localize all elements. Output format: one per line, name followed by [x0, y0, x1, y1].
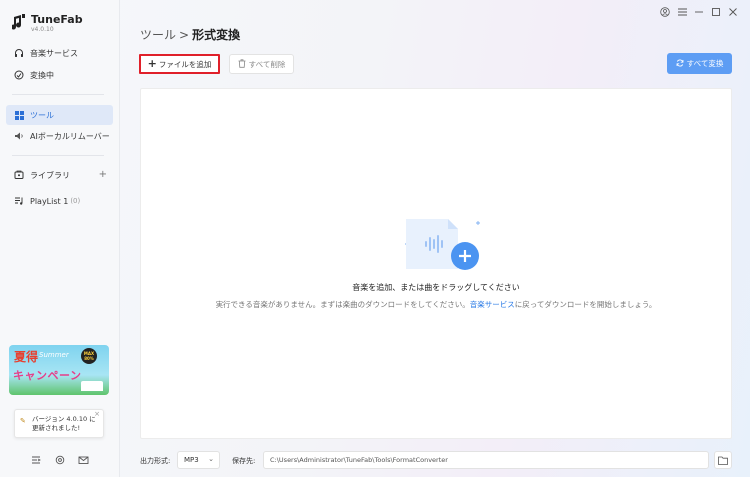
playlist-count: (0)	[70, 197, 81, 205]
update-icon: ✎	[20, 417, 26, 425]
maximize-icon[interactable]	[711, 7, 721, 17]
update-notification-text: バージョン 4.0.10 に更新されました!	[32, 415, 96, 432]
sidebar-divider	[12, 155, 104, 156]
close-window-icon[interactable]	[728, 7, 738, 17]
sidebar-item-music-service[interactable]: 音楽サービス	[6, 43, 113, 63]
app-name: TuneFab	[31, 13, 83, 26]
output-format-select[interactable]: MP3 ⌄	[177, 451, 220, 469]
output-format-value: MP3	[184, 456, 199, 464]
add-library-icon[interactable]: +	[99, 169, 107, 180]
library-icon	[14, 170, 24, 180]
promo-decoration	[81, 381, 103, 391]
breadcrumb: ツール > 形式変換	[140, 26, 240, 43]
save-location-label: 保存先:	[232, 457, 256, 465]
summer-campaign-banner[interactable]: 夏得 Summer MAX 80% キャンペーン	[9, 345, 109, 395]
browse-folder-button[interactable]	[714, 451, 732, 469]
promo-title: 夏得	[14, 350, 39, 364]
log-icon[interactable]	[30, 454, 41, 465]
promo-subtitle: Summer	[39, 351, 69, 359]
sidebar-item-ai-vocal-remover[interactable]: AIボーカルリムーバー	[6, 126, 113, 146]
sidebar-item-label: AIボーカルリムーバー	[30, 131, 110, 141]
window-controls	[660, 7, 738, 17]
headphones-icon	[14, 48, 24, 58]
add-file-label: ファイルを追加	[158, 59, 212, 69]
sidebar: TuneFab v4.0.10 音楽サービス 変換中 ツール AIボーカルリムー…	[0, 0, 120, 477]
sidebar-item-tools[interactable]: ツール	[6, 105, 113, 125]
empty-state-text: に戻ってダウンロードを開始しましょう。	[514, 300, 657, 309]
breadcrumb-tools[interactable]: ツール	[140, 28, 176, 42]
promo-campaign-text: キャンペーン	[13, 369, 82, 382]
output-format-label: 出力形式:	[140, 457, 171, 465]
update-notification: ✎ バージョン 4.0.10 に更新されました! ×	[14, 409, 104, 438]
account-icon[interactable]	[660, 7, 670, 17]
app-version: v4.0.10	[31, 26, 54, 33]
grid-icon	[14, 110, 24, 120]
close-icon[interactable]: ×	[94, 410, 100, 419]
refresh-icon	[676, 59, 684, 69]
empty-state-description: 実行できる音楽がありません。まずは楽曲のダウンロードをしてください。音楽サービス…	[141, 299, 731, 310]
vocal-remover-icon	[14, 131, 24, 141]
convert-icon	[14, 70, 24, 80]
breadcrumb-separator: >	[179, 28, 190, 42]
add-audio-file-icon	[405, 219, 480, 270]
plus-icon: +	[147, 57, 157, 70]
mail-icon[interactable]	[78, 454, 89, 465]
empty-state-text: 実行できる音楽がありません。まずは楽曲のダウンロードをしてください。	[215, 300, 470, 309]
add-file-button[interactable]: + ファイルを追加	[139, 54, 220, 74]
delete-all-button[interactable]: すべて削除	[229, 54, 294, 74]
chevron-down-icon: ⌄	[208, 455, 214, 463]
sidebar-bottom-icons	[30, 454, 89, 465]
save-path-value: C:\Users\Administrator\TuneFab\Tools\For…	[270, 456, 448, 464]
sidebar-item-label: ツール	[30, 110, 54, 120]
settings-icon[interactable]	[54, 454, 65, 465]
convert-all-label: すべて変換	[686, 59, 724, 68]
sidebar-item-library[interactable]: ライブラリ +	[6, 165, 113, 185]
music-service-link[interactable]: 音楽サービス	[470, 300, 515, 309]
minimize-icon[interactable]	[694, 7, 704, 17]
sidebar-item-label: ライブラリ	[30, 170, 70, 180]
sidebar-item-playlist-1[interactable]: PlayList 1 (0)	[6, 191, 113, 211]
empty-state-title: 音楽を追加、または曲をドラッグしてください	[352, 283, 520, 292]
sidebar-item-label: 音楽サービス	[30, 48, 78, 58]
app-logo: TuneFab v4.0.10	[12, 14, 83, 34]
folder-icon	[718, 456, 728, 465]
drop-area[interactable]: 音楽を追加、または曲をドラッグしてください 実行できる音楽がありません。まずは楽…	[140, 88, 732, 439]
convert-all-button[interactable]: すべて変換	[667, 53, 732, 74]
trash-icon	[238, 58, 246, 70]
playlist-icon	[14, 196, 24, 206]
sidebar-item-label: PlayList 1	[30, 196, 69, 206]
save-path-field[interactable]: C:\Users\Administrator\TuneFab\Tools\For…	[263, 451, 709, 469]
promo-discount-badge: MAX 80%	[81, 348, 97, 364]
tunefab-logo-icon	[12, 14, 25, 30]
delete-all-label: すべて削除	[248, 59, 286, 69]
sidebar-item-label: 変換中	[30, 70, 54, 80]
page-title: 形式変換	[192, 28, 241, 42]
menu-icon[interactable]	[677, 7, 687, 17]
sidebar-divider	[12, 94, 104, 95]
sidebar-item-converting[interactable]: 変換中	[6, 65, 113, 85]
